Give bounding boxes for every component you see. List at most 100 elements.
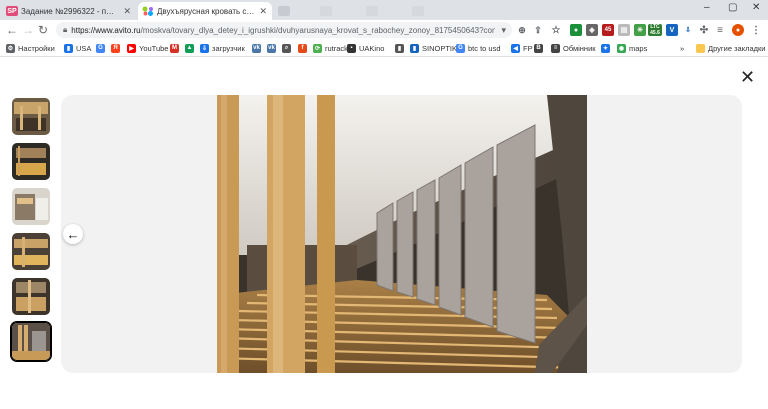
drive-icon: ▲ — [185, 43, 194, 53]
bookmark-item[interactable]: ✦ — [601, 42, 613, 54]
more-bookmarks-button[interactable]: » — [680, 42, 684, 54]
bookmark-item[interactable]: B — [534, 42, 546, 54]
bookmark-item[interactable]: ◀ FP — [511, 42, 533, 54]
youtube-icon: ▶ — [127, 43, 136, 53]
bookmark-item[interactable]: ▲ — [185, 42, 197, 54]
bookmark-label: UAKino — [359, 43, 385, 53]
thumbnail-active[interactable] — [11, 322, 51, 361]
star-icon: ✦ — [601, 43, 610, 53]
bookmark-item[interactable]: vk — [267, 42, 279, 54]
download-icon: ⇩ — [200, 43, 209, 53]
gmail-icon: M — [170, 43, 179, 53]
bookmark-item[interactable]: Gbtc to usd — [456, 42, 501, 54]
close-icon[interactable]: ✕ — [123, 6, 131, 17]
page-favicon-icon — [366, 6, 378, 16]
close-gallery-button[interactable]: ✕ — [740, 68, 755, 86]
bookmark-label: YouTube — [139, 43, 169, 53]
lock-icon: 🔒︎ — [63, 25, 68, 34]
bookmark-icon: ▮ — [395, 43, 404, 53]
bookmark-item[interactable]: ⇩ загрузчик — [200, 42, 245, 54]
bookmark-label: FP — [523, 43, 533, 53]
page-favicon-icon — [278, 6, 290, 16]
vk-icon: vk — [252, 43, 261, 53]
search-icon: ⌕ — [282, 43, 291, 53]
bookmark-item[interactable]: ▪ UAKino — [347, 42, 384, 54]
download-icon[interactable]: ⇩ — [682, 24, 694, 36]
folder-icon — [696, 43, 705, 53]
sinoptik-icon: ▮ — [410, 43, 419, 53]
tab-task[interactable]: SP Задание №2996322 - просмотр з ✕ — [2, 2, 136, 20]
share-icon[interactable]: ⇪ — [532, 24, 544, 36]
thumbnail[interactable] — [11, 232, 51, 271]
bookmark-item[interactable]: ⚙ Настройки — [6, 42, 55, 54]
thumbnail[interactable] — [11, 97, 51, 136]
thumbnail[interactable] — [11, 142, 51, 181]
tab-blank[interactable] — [316, 2, 360, 20]
tab-blank[interactable] — [408, 2, 452, 20]
bookmark-item[interactable]: ≡ Обмінник — [551, 42, 596, 54]
bookmark-item[interactable]: ▶ YouTube — [127, 42, 168, 54]
bookmark-item[interactable]: f — [298, 42, 310, 54]
page-favicon-icon — [320, 6, 332, 16]
translate-icon[interactable]: ⊕ — [516, 24, 528, 36]
thumbnail-strip — [11, 97, 51, 367]
rutracker-icon: ⟳ — [313, 43, 322, 53]
extension-badge-icon[interactable]: 45 — [602, 24, 614, 36]
bookmark-label: USA — [76, 43, 92, 53]
maximize-icon[interactable]: ▢ — [728, 2, 737, 13]
bookmark-item[interactable]: ▮ — [395, 42, 407, 54]
bookmark-item[interactable]: vk — [252, 42, 264, 54]
extension-icon[interactable]: ▤ — [618, 24, 630, 36]
tab-avito[interactable]: Двухъярусная кровать с рабочей ✕ — [138, 2, 272, 20]
weather-icon[interactable]: ☀ — [634, 24, 646, 36]
tab-title: Двухъярусная кровать с рабочей — [157, 6, 254, 16]
sync-icon[interactable]: ≡ — [714, 24, 726, 36]
bookmark-label: SINOPTIK — [422, 43, 458, 53]
sp-favicon-icon: SP — [6, 6, 18, 16]
tab-blank[interactable] — [274, 2, 314, 20]
gear-icon: ⚙ — [6, 43, 15, 53]
close-icon[interactable]: ✕ — [259, 6, 267, 17]
exchange-icon: ≡ — [551, 43, 560, 53]
bookmark-icon: ▮ — [64, 43, 73, 53]
bookmark-item[interactable]: ⌕ — [282, 42, 294, 54]
thumbnail[interactable] — [11, 187, 51, 226]
address-bar[interactable]: 🔒︎ https://www.avito.ru/moskva/tovary_dl… — [56, 22, 512, 38]
puzzle-icon[interactable]: ✣ — [698, 24, 710, 36]
avatar[interactable]: ● — [732, 24, 744, 36]
tab-blank[interactable] — [362, 2, 406, 20]
bookmark-item[interactable]: ◉ maps — [617, 42, 647, 54]
ltc-price-icon[interactable]: LTC 45.6 — [648, 24, 662, 36]
bookmark-item[interactable]: M — [170, 42, 182, 54]
fp-icon: ◀ — [511, 43, 520, 53]
bookmark-item[interactable]: ▮ SINOPTIK — [410, 42, 457, 54]
bookmark-item[interactable]: Я — [111, 42, 123, 54]
bookmark-label: Обмінник — [563, 43, 596, 53]
bookmark-star-icon[interactable]: ☆ — [550, 24, 562, 36]
page-favicon-icon — [412, 6, 424, 16]
bookmark-item[interactable]: ▮ USA — [64, 42, 91, 54]
thumbnail[interactable] — [11, 277, 51, 316]
forward-icon[interactable]: → — [22, 23, 34, 37]
other-bookmarks-folder[interactable]: Другие закладки — [696, 42, 765, 54]
browser-toolbar: ← → ↻ 🔒︎ https://www.avito.ru/moskva/tov… — [0, 20, 768, 40]
url-text[interactable]: https://www.avito.ru/moskva/tovary_dlya_… — [71, 26, 495, 35]
bookmark-item[interactable]: G — [96, 42, 108, 54]
bookmark-label: загрузчик — [212, 43, 245, 53]
minimize-icon[interactable]: – — [704, 2, 710, 13]
menu-icon[interactable]: ⋮ — [750, 24, 762, 36]
extension-icon[interactable]: ● — [570, 24, 582, 36]
product-photo — [216, 95, 587, 373]
bb-icon: B — [534, 43, 543, 53]
shield-icon[interactable]: ◈ — [586, 24, 598, 36]
google-icon: G — [456, 43, 465, 53]
back-icon[interactable]: ← — [6, 23, 18, 37]
reload-icon[interactable]: ↻ — [38, 23, 48, 37]
extension-icon[interactable]: V — [666, 24, 678, 36]
avito-favicon-icon — [142, 6, 154, 16]
previous-photo-button[interactable]: ← — [63, 224, 83, 244]
bookmark-star-icon[interactable]: ▾ — [501, 25, 506, 36]
window-close-icon[interactable]: ✕ — [752, 2, 760, 13]
vk-icon: vk — [267, 43, 276, 53]
feedly-icon: f — [298, 43, 307, 53]
